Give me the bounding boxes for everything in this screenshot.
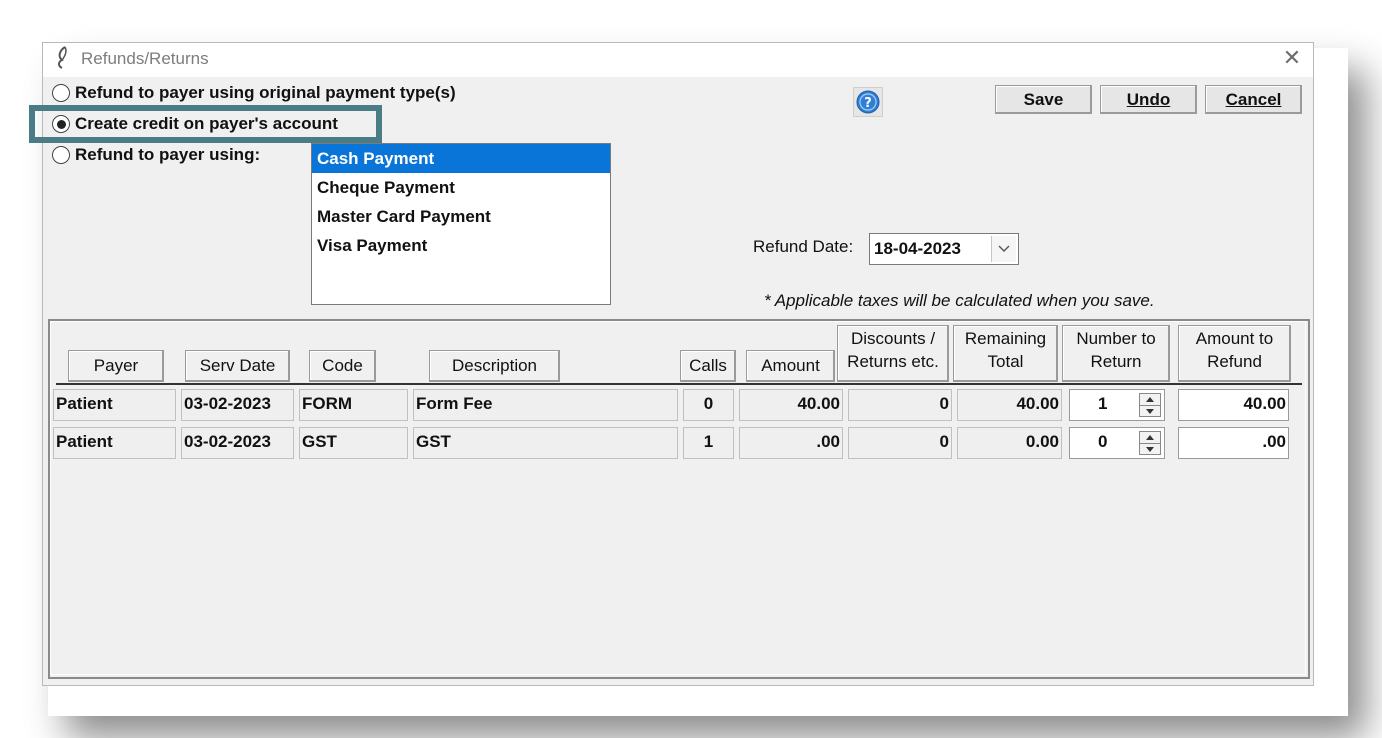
cell-calls[interactable]: 0 <box>683 389 734 421</box>
svg-text:?: ? <box>864 96 872 111</box>
refund-date-field[interactable]: 18-04-2023 <box>869 233 1019 265</box>
header-line: Amount to <box>1195 329 1274 348</box>
list-item-visa[interactable]: Visa Payment <box>312 231 610 260</box>
radio-button[interactable] <box>52 146 70 164</box>
column-header-serv-date[interactable]: Serv Date <box>185 350 290 382</box>
undo-button[interactable]: Undo <box>1100 85 1197 114</box>
tax-note: * Applicable taxes will be calculated wh… <box>764 291 1155 310</box>
column-header-amount[interactable]: Amount <box>746 350 835 382</box>
highlight-annotation <box>29 105 382 143</box>
chevron-up-icon[interactable] <box>1140 394 1160 405</box>
cell-discounts[interactable]: 0 <box>848 389 952 421</box>
header-line: Remaining <box>964 329 1047 348</box>
stepper-value: 1 <box>1098 394 1108 413</box>
cancel-button[interactable]: Cancel <box>1205 85 1302 114</box>
title-bar: Refunds/Returns ✕ <box>43 43 1313 77</box>
chevron-down-icon[interactable] <box>1140 405 1160 417</box>
number-to-return-stepper[interactable]: 1 <box>1069 389 1165 421</box>
cell-calls[interactable]: 1 <box>683 427 734 459</box>
cell-remaining[interactable]: 40.00 <box>957 389 1062 421</box>
header-line: Refund <box>1207 352 1262 371</box>
cell-payer[interactable]: Patient <box>53 389 176 421</box>
header-line: Total <box>987 352 1024 371</box>
spinner[interactable] <box>1139 431 1161 455</box>
refund-grid: Payer Serv Date Code Description Calls A… <box>48 319 1310 679</box>
radio-refund-using[interactable]: Refund to payer using: <box>52 144 260 166</box>
list-item-mastercard[interactable]: Master Card Payment <box>312 202 610 231</box>
column-header-remaining[interactable]: Remaining Total <box>953 325 1058 382</box>
window-title: Refunds/Returns <box>81 49 209 68</box>
cell-amount[interactable]: .00 <box>739 427 843 459</box>
cell-code[interactable]: FORM <box>299 389 408 421</box>
payment-type-list[interactable]: Cash Payment Cheque Payment Master Card … <box>311 143 611 305</box>
spinner[interactable] <box>1139 393 1161 417</box>
header-line: Number to <box>1076 329 1156 348</box>
stepper-value: 0 <box>1098 432 1108 451</box>
list-item-cash[interactable]: Cash Payment <box>312 144 610 173</box>
cell-description[interactable]: GST <box>413 427 678 459</box>
help-icon[interactable]: ? <box>853 87 883 117</box>
quill-icon <box>53 45 75 71</box>
column-header-calls[interactable]: Calls <box>680 350 736 382</box>
save-button[interactable]: Save <box>995 85 1092 114</box>
column-header-discounts[interactable]: Discounts / Returns etc. <box>837 325 949 382</box>
cell-code[interactable]: GST <box>299 427 408 459</box>
column-header-description[interactable]: Description <box>429 350 560 382</box>
cell-amount[interactable]: 40.00 <box>739 389 843 421</box>
cell-remaining[interactable]: 0.00 <box>957 427 1062 459</box>
close-icon[interactable]: ✕ <box>1281 47 1303 69</box>
cell-serv-date[interactable]: 03-02-2023 <box>181 389 294 421</box>
number-to-return-stepper[interactable]: 0 <box>1069 427 1165 459</box>
cell-payer[interactable]: Patient <box>53 427 176 459</box>
radio-original-payment[interactable]: Refund to payer using original payment t… <box>52 82 456 104</box>
column-header-payer[interactable]: Payer <box>68 350 164 382</box>
cell-serv-date[interactable]: 03-02-2023 <box>181 427 294 459</box>
radio-button[interactable] <box>52 84 70 102</box>
header-line: Discounts / <box>850 329 936 348</box>
cell-discounts[interactable]: 0 <box>848 427 952 459</box>
list-item-cheque[interactable]: Cheque Payment <box>312 173 610 202</box>
amount-to-refund-input[interactable]: 40.00 <box>1178 389 1289 421</box>
header-line: Return <box>1090 352 1142 371</box>
refund-date-value: 18-04-2023 <box>874 239 961 258</box>
chevron-down-icon[interactable] <box>1140 443 1160 455</box>
header-divider <box>56 383 1302 385</box>
refund-date-label: Refund Date: <box>753 237 854 256</box>
amount-to-refund-input[interactable]: .00 <box>1178 427 1289 459</box>
column-header-number-to-return[interactable]: Number to Return <box>1062 325 1170 382</box>
column-header-amount-to-refund[interactable]: Amount to Refund <box>1178 325 1291 382</box>
cell-description[interactable]: Form Fee <box>413 389 678 421</box>
header-line: Returns etc. <box>847 352 939 371</box>
chevron-down-icon[interactable] <box>991 236 1016 262</box>
column-header-code[interactable]: Code <box>309 350 376 382</box>
radio-label: Refund to payer using: <box>75 145 261 164</box>
refunds-window: Refunds/Returns ✕ Refund to payer using … <box>29 42 1314 686</box>
chevron-up-icon[interactable] <box>1140 432 1160 443</box>
radio-label: Refund to payer using original payment t… <box>75 83 456 102</box>
